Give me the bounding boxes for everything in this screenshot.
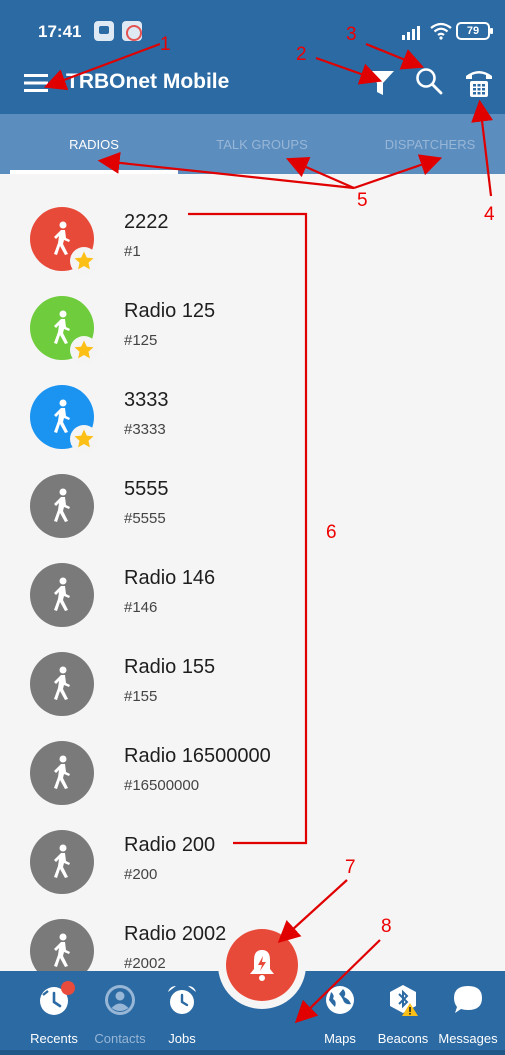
radio-avatar [30, 207, 98, 275]
emergency-alarm-button[interactable] [226, 929, 298, 1001]
radio-list-item[interactable]: Radio 125 #125 [0, 286, 505, 375]
wifi-icon [430, 22, 452, 40]
chat-bubble-icon [454, 986, 482, 1013]
tab-bar: RADIOS TALK GROUPS DISPATCHERS [0, 114, 505, 174]
radio-id: #16500000 [124, 777, 200, 794]
nav-label: Beacons [377, 1031, 429, 1046]
tab-talk-groups[interactable]: TALK GROUPS [178, 114, 346, 174]
walking-person-icon [54, 666, 70, 700]
annotation-label-1: 1 [160, 34, 171, 55]
radio-id: #200 [124, 866, 158, 883]
hamburger-menu-icon[interactable] [24, 70, 50, 96]
nav-label: Recents [30, 1031, 78, 1046]
radio-name: Radio 155 [124, 656, 216, 678]
radio-id: #125 [124, 332, 158, 349]
annotation-label-5: 5 [357, 190, 368, 211]
radio-list-item[interactable]: 5555 #5555 [0, 464, 505, 553]
annotation-label-8: 8 [381, 916, 392, 937]
favorite-badge [70, 425, 98, 453]
dialpad-phone-icon[interactable] [464, 66, 494, 98]
walking-person-icon [54, 844, 70, 878]
app-title: TRBOnet Mobile [66, 70, 230, 93]
radio-name: Radio 125 [124, 300, 216, 322]
walking-person-icon [54, 488, 70, 522]
radio-list-item[interactable]: Radio 16500000 #16500000 [0, 731, 505, 820]
radio-name: Radio 200 [124, 834, 216, 856]
radio-name: Radio 2002 [124, 923, 227, 945]
radio-avatar [30, 919, 94, 971]
radio-avatar [30, 652, 94, 716]
walking-person-icon [54, 755, 70, 789]
contacts-icon [105, 985, 135, 1015]
nav-beacons[interactable]: Beacons [370, 971, 436, 1055]
radio-id: #2002 [124, 955, 166, 971]
radio-avatar [30, 385, 98, 453]
annotation-label-3: 3 [346, 24, 357, 45]
radio-id: #155 [124, 688, 158, 705]
radio-avatar [30, 563, 94, 627]
radio-avatar [30, 474, 94, 538]
search-icon[interactable] [414, 66, 444, 96]
tab-dispatchers[interactable]: DISPATCHERS [346, 114, 505, 174]
nav-jobs[interactable]: Jobs [152, 971, 212, 1055]
radio-id: #5555 [124, 510, 166, 527]
radio-id: #3333 [124, 421, 166, 438]
bottom-edge-bar [0, 1050, 505, 1055]
nav-label: Contacts [94, 1031, 146, 1046]
recents-notification-dot [60, 981, 75, 995]
status-time: 17:41 [38, 22, 82, 41]
radio-list-item[interactable]: 3333 #3333 [0, 375, 505, 464]
nav-maps[interactable]: Maps [312, 971, 368, 1055]
walking-person-icon [54, 933, 70, 967]
favorite-badge [70, 336, 98, 364]
radio-list-item[interactable]: Radio 146 #146 [0, 553, 505, 642]
radio-list-item[interactable]: Radio 200 #200 [0, 820, 505, 909]
nav-recents[interactable]: Recents [20, 971, 88, 1055]
radio-list-item[interactable]: Radio 155 #155 [0, 642, 505, 731]
nav-messages[interactable]: Messages [436, 971, 500, 1055]
radio-list: 2222 #1 Radio 125 #125 3333 #3333 5555 #… [0, 174, 505, 971]
annotation-label-7: 7 [345, 857, 356, 878]
favorite-badge [70, 247, 98, 275]
notification-app-icon [122, 21, 142, 41]
radio-name: 5555 [124, 478, 169, 500]
nav-contacts[interactable]: Contacts [88, 971, 152, 1055]
annotation-label-2: 2 [296, 44, 307, 65]
radio-id: #1 [124, 243, 141, 260]
annotation-label-6: 6 [326, 522, 337, 543]
status-bar: 17:41 79 [0, 0, 505, 58]
alarm-bell-icon [250, 950, 274, 981]
app-header: 17:41 79 TRBOnet Mobile RADIOS TALK GROU… [0, 0, 505, 174]
walking-person-icon [54, 577, 70, 611]
star-icon [74, 340, 94, 359]
radio-avatar [30, 296, 98, 364]
radio-name: Radio 146 [124, 567, 216, 589]
bluetooth-beacon-icon [390, 985, 418, 1016]
notification-app-icon [94, 21, 114, 41]
cell-signal-icon [402, 26, 420, 40]
tab-radios[interactable]: RADIOS [10, 114, 178, 174]
radio-id: #146 [124, 599, 158, 616]
radio-name: 3333 [124, 389, 169, 411]
nav-label: Messages [438, 1031, 498, 1046]
radio-name: 2222 [124, 211, 169, 233]
nav-label: Jobs [168, 1031, 196, 1046]
radio-name: Radio 16500000 [124, 745, 271, 767]
star-icon [74, 429, 94, 448]
radio-list-item[interactable]: 2222 #1 [0, 197, 505, 286]
annotation-label-4: 4 [484, 204, 495, 225]
nav-label: Maps [324, 1031, 356, 1046]
globe-icon [326, 986, 354, 1014]
radio-avatar [30, 741, 94, 805]
filter-icon[interactable] [363, 65, 397, 99]
alarm-clock-icon [168, 986, 196, 1014]
battery-icon: 79 [456, 22, 493, 40]
star-icon [74, 251, 94, 270]
radio-avatar [30, 830, 94, 894]
